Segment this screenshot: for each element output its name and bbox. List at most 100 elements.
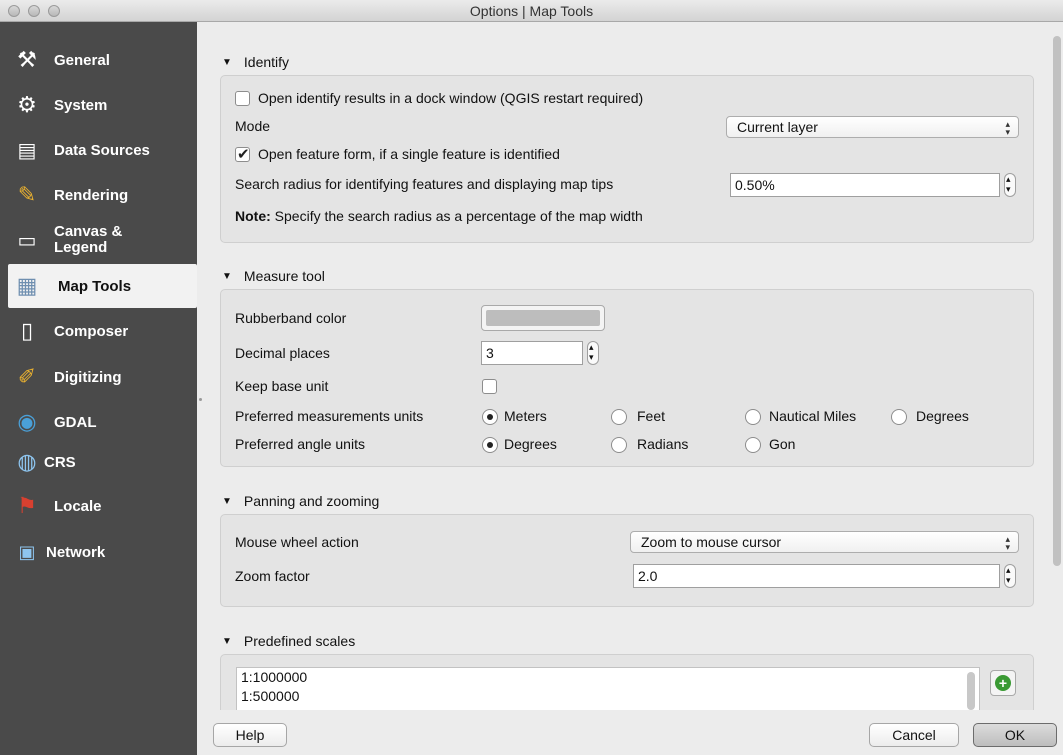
sidebar-item-label: Canvas & Legend xyxy=(54,223,123,256)
digitizing-icon: ✐ xyxy=(17,364,37,389)
sidebar-item-network[interactable]: ▣ Network xyxy=(0,530,197,574)
feature-form-checkbox[interactable] xyxy=(235,145,250,163)
collapse-triangle-icon: ▼ xyxy=(222,635,232,647)
units-degrees-radio[interactable] xyxy=(891,409,907,425)
sidebar-item-system[interactable]: ⚙ System xyxy=(0,83,197,127)
sidebar-item-label: Composer xyxy=(54,322,129,340)
angle-units-label: Preferred angle units xyxy=(235,436,365,452)
globe-icon: ◍ xyxy=(17,449,37,474)
angle-degrees-radio[interactable] xyxy=(482,437,498,453)
title-bar: Options | Map Tools xyxy=(0,0,1063,22)
mouse-wheel-value: Zoom to mouse cursor xyxy=(641,534,782,550)
keep-base-unit-checkbox[interactable] xyxy=(482,379,497,394)
sidebar-item-label: GDAL xyxy=(54,413,97,431)
angle-gon-label: Gon xyxy=(769,436,796,452)
sidebar-item-crs[interactable]: ◍ CRS xyxy=(0,440,197,484)
sidebar-item-label: CRS xyxy=(44,453,76,471)
sidebar-item-rendering[interactable]: ✎ Rendering xyxy=(0,173,197,217)
ok-button[interactable]: OK xyxy=(973,723,1057,747)
network-icon: ▣ xyxy=(18,541,36,562)
canvas-icon: ▭ xyxy=(17,229,37,252)
panning-header[interactable]: ▼ Panning and zooming xyxy=(222,493,379,509)
rubberband-label: Rubberband color xyxy=(235,310,347,326)
sidebar-item-label: Rendering xyxy=(54,186,129,204)
zoom-factor-stepper[interactable] xyxy=(1004,564,1016,588)
flag-icon: ⚑ xyxy=(17,493,37,518)
sidebar-item-digitizing[interactable]: ✐ Digitizing xyxy=(0,355,197,399)
mouse-wheel-select[interactable]: Zoom to mouse cursor ▴ ▾ xyxy=(630,531,1019,553)
dock-window-checkbox[interactable] xyxy=(235,91,250,106)
composer-icon: ▯ xyxy=(20,318,34,343)
sidebar-item-canvas-legend[interactable]: ▭ Canvas & Legend xyxy=(0,218,197,262)
collapse-triangle-icon: ▼ xyxy=(222,56,232,68)
measurement-units-label: Preferred measurements units xyxy=(235,408,424,424)
zoom-factor-input[interactable]: 2.0 xyxy=(633,564,1000,588)
measure-header[interactable]: ▼ Measure tool xyxy=(222,268,325,284)
gears-icon: ⚙ xyxy=(17,92,37,117)
brush-icon: ✎ xyxy=(17,182,37,207)
updown-arrows-icon: ▴ ▾ xyxy=(1005,534,1010,552)
angle-radians-radio[interactable] xyxy=(611,437,627,453)
updown-arrows-icon: ▴ ▾ xyxy=(1005,119,1010,137)
list-item[interactable]: 1:1000000 xyxy=(237,668,979,687)
sidebar-item-general[interactable]: ⚒ General xyxy=(0,38,197,82)
list-scrollbar[interactable] xyxy=(967,672,975,710)
units-nautical-miles-label: Nautical Miles xyxy=(769,408,857,424)
mouse-wheel-label: Mouse wheel action xyxy=(235,534,359,550)
search-radius-label: Search radius for identifying features a… xyxy=(235,176,614,192)
sidebar-item-gdal[interactable]: ◉ GDAL xyxy=(0,400,197,444)
units-feet-radio[interactable] xyxy=(611,409,627,425)
sidebar-item-data-sources[interactable]: ▤ Data Sources xyxy=(0,128,197,172)
collapse-triangle-icon: ▼ xyxy=(222,270,232,282)
search-radius-input[interactable]: 0.50% xyxy=(730,173,1000,197)
scales-list[interactable]: 1:1000000 1:500000 xyxy=(236,667,980,710)
sidebar-item-map-tools[interactable]: ▦ Map Tools xyxy=(8,264,197,308)
mode-label: Mode xyxy=(235,118,271,134)
decimal-places-label: Decimal places xyxy=(235,345,330,361)
window-title: Options | Map Tools xyxy=(469,3,594,19)
scrollbar-thumb[interactable] xyxy=(1053,36,1061,566)
note-label: Note: xyxy=(235,208,271,224)
sidebar-item-label: System xyxy=(54,96,108,114)
zoom-factor-label: Zoom factor xyxy=(235,568,310,584)
dock-window-label: Open identify results in a dock window (… xyxy=(258,90,644,106)
feature-form-label: Open feature form, if a single feature i… xyxy=(258,146,560,162)
units-meters-label: Meters xyxy=(504,408,547,424)
angle-gon-radio[interactable] xyxy=(745,437,761,453)
sidebar-item-label: Locale xyxy=(54,497,102,515)
sidebar-item-label: Map Tools xyxy=(58,277,132,295)
section-title: Measure tool xyxy=(243,268,325,284)
options-sidebar: ⚒ General ⚙ System ▤ Data Sources ✎ Rend… xyxy=(0,22,197,755)
decimal-places-input[interactable]: 3 xyxy=(481,341,583,365)
add-scale-button[interactable]: + xyxy=(990,670,1016,696)
search-radius-note: Note: Specify the search radius as a per… xyxy=(235,208,643,224)
table-icon: ▤ xyxy=(17,139,37,162)
mode-select[interactable]: Current layer ▴ ▾ xyxy=(726,116,1019,138)
sidebar-item-composer[interactable]: ▯ Composer xyxy=(0,309,197,353)
section-title: Panning and zooming xyxy=(243,493,380,509)
dialog-button-bar: Help Cancel OK xyxy=(197,710,1063,755)
sidebar-item-locale[interactable]: ⚑ Locale xyxy=(0,484,197,528)
panning-group xyxy=(220,514,1034,607)
section-title: Identify xyxy=(243,54,290,70)
sidebar-item-label: General xyxy=(54,51,110,69)
search-radius-stepper[interactable] xyxy=(1004,173,1016,197)
gdal-icon: ◉ xyxy=(17,409,37,434)
units-nautical-miles-radio[interactable] xyxy=(745,409,761,425)
color-swatch xyxy=(486,310,600,326)
sidebar-item-label: Network xyxy=(46,543,106,561)
panel-scrollbar[interactable] xyxy=(1051,36,1063,708)
angle-degrees-label: Degrees xyxy=(504,436,557,452)
units-meters-radio[interactable] xyxy=(482,409,498,425)
decimal-places-stepper[interactable] xyxy=(587,341,599,365)
cancel-button[interactable]: Cancel xyxy=(869,723,959,747)
list-item[interactable]: 1:500000 xyxy=(237,687,979,706)
map-tools-panel: ▼ Identify Open identify results in a do… xyxy=(204,22,1063,710)
rubberband-color-button[interactable] xyxy=(481,305,605,331)
sidebar-item-label: Digitizing xyxy=(54,368,122,386)
section-title: Predefined scales xyxy=(243,633,356,649)
scales-header[interactable]: ▼ Predefined scales xyxy=(222,633,355,649)
help-button[interactable]: Help xyxy=(213,723,287,747)
splitter-handle[interactable] xyxy=(199,398,202,401)
identify-header[interactable]: ▼ Identify xyxy=(222,54,289,70)
